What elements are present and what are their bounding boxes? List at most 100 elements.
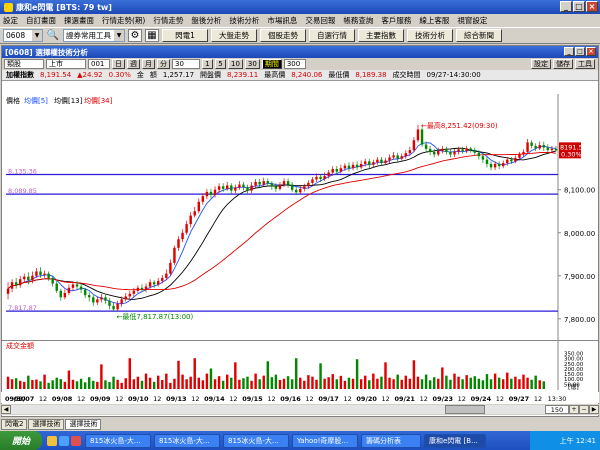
period-minute-button[interactable]: 分 [157,59,170,69]
step-5-button[interactable]: 5 [215,59,226,69]
minimize-button[interactable]: _ [560,1,572,12]
candle-body [461,149,464,152]
menu-post-market[interactable]: 盤後分析 [191,15,221,26]
type-select[interactable]: 類股 [4,59,44,69]
quicklaunch-folder-icon[interactable] [47,435,57,446]
scroll-track[interactable] [11,405,545,414]
volume-bar [18,380,22,389]
tools-button[interactable]: 工具 [575,59,595,69]
volume-bar [55,377,58,389]
menu-select-screen[interactable]: 揀選畫面 [64,15,94,26]
grid-icon[interactable]: ▦ [145,29,159,42]
settings-button[interactable]: 設定 [531,59,551,69]
maximize-button[interactable]: □ [573,1,585,12]
candle-body [55,283,58,291]
count-input[interactable]: 300 [283,59,306,69]
zoom-in-icon[interactable]: + [569,405,579,414]
menu-settings[interactable]: 設定 [3,15,18,26]
candle-body [10,282,14,289]
quicklaunch-ie-icon[interactable] [59,435,69,446]
scroll-right-icon[interactable]: ▶ [589,405,599,414]
volume-chart[interactable]: 成交金額350.00300.00250.00200.00150.00100.00… [2,340,598,390]
taskbar-item-1[interactable]: 815冰火島-大... [85,433,151,448]
candle-body [189,215,192,225]
volume-bar [542,381,546,389]
chevron-down-icon: ▼ [32,30,42,41]
chart-scrollbar[interactable]: ◀ 150 + − ▶ [1,404,599,415]
scroll-left-icon[interactable]: ◀ [1,405,11,414]
step-30-button[interactable]: 30 [244,59,260,69]
chart-minimize-button[interactable]: _ [564,47,574,56]
menu-market-news[interactable]: 市場訊息 [267,15,297,26]
zoom-value[interactable]: 150 [545,405,569,414]
step-10-button[interactable]: 10 [228,59,243,69]
volume-bar [299,377,302,389]
taskbar-item-5[interactable]: 籌碼分析表 [361,433,421,448]
news-button[interactable]: 綜合新聞 [456,29,502,42]
volume-bar [156,375,160,389]
interval-select[interactable]: 30 [172,59,200,69]
menu-online-support[interactable]: 線上客服 [419,15,449,26]
major-index-button[interactable]: 主要指數 [358,29,404,42]
menu-quotes[interactable]: 行情走勢 [153,15,183,26]
tool-combo[interactable]: 證券常用工具 ▼ [63,29,125,42]
menu-futures-quotes[interactable]: 行情走勢(期) [102,15,145,26]
flash1-button[interactable]: 閃電1 [162,29,208,42]
period-week-button[interactable]: 週 [127,59,140,69]
symbol-combo[interactable]: 0608 ▼ [3,29,43,42]
taskbar-item-4[interactable]: Yahoo!奇摩股... [292,433,358,448]
stock-trend-button[interactable]: 個股走勢 [260,29,306,42]
watchlist-button[interactable]: 自選行情 [309,29,355,42]
volume-bar [331,374,334,389]
candle-body [416,129,420,141]
candle-body [79,286,83,290]
candle-body [327,172,330,176]
tech-analysis-button[interactable]: 技術分析 [407,29,453,42]
menu-technical[interactable]: 技術分析 [229,15,259,26]
zoom-out-icon[interactable]: − [579,405,589,414]
quicklaunch-app-icon[interactable] [71,435,81,446]
tab-option-tech-2[interactable]: 選擇技術 [65,418,102,430]
date-tick-label: 12 [343,395,351,403]
candle-body [112,305,115,310]
amount-value: 1,257.17 [162,71,195,79]
volume-bar [120,382,123,389]
period-count-button[interactable]: 期間 [261,59,282,69]
volume-bar [534,375,537,389]
volume-bar [428,380,432,389]
market-select[interactable]: 上市 [46,59,86,69]
y-tick-label: 7,800.00 [564,316,595,324]
chart-close-button[interactable]: × [586,47,596,56]
save-button[interactable]: 儲存 [553,59,573,69]
date-tick-label: 09/24 [471,395,492,403]
scroll-thumb[interactable] [445,405,485,414]
menu-custom-screen[interactable]: 自訂畫面 [26,15,56,26]
tab-option-tech-1[interactable]: 選擇技術 [28,418,65,430]
chart-maximize-button[interactable]: □ [575,47,585,56]
chart-tool-icon[interactable]: ⚙ [128,29,142,42]
code-select[interactable]: 001 [88,59,110,69]
volume-bar [445,375,448,389]
tab-flash2[interactable]: 閃電2 [1,418,28,430]
close-button[interactable]: × [586,1,598,12]
taskbar-item-6[interactable]: 康和e閃電 [B... [424,433,486,448]
volume-bar [59,379,63,389]
candle-body [230,185,233,191]
volume-bar [152,381,156,389]
date-tick-label: 12 [229,395,237,403]
taskbar-item-3[interactable]: 815冰火島-大... [223,433,289,448]
price-change-pct: 0.30% [108,71,131,79]
menu-window-settings[interactable]: 視窗設定 [457,15,487,26]
period-day-button[interactable]: 日 [112,59,125,69]
period-month-button[interactable]: 月 [142,59,155,69]
start-button[interactable]: 開始 [0,431,42,450]
index-trend-button[interactable]: 大盤走勢 [211,29,257,42]
menu-trade-report[interactable]: 交易回報 [305,15,335,26]
price-chart[interactable]: 價格 均價[5] 均價[13] 均價[34] 8,100.00 8,000.00 7,900… [2,94,598,340]
search-icon[interactable]: 🔍 [46,29,60,42]
menu-customer-service[interactable]: 客戶服務 [381,15,411,26]
menu-account[interactable]: 帳務查詢 [343,15,373,26]
taskbar-item-2[interactable]: 815冰火島-大... [154,433,220,448]
step-1-button[interactable]: 1 [202,59,213,69]
candle-body [355,164,359,168]
